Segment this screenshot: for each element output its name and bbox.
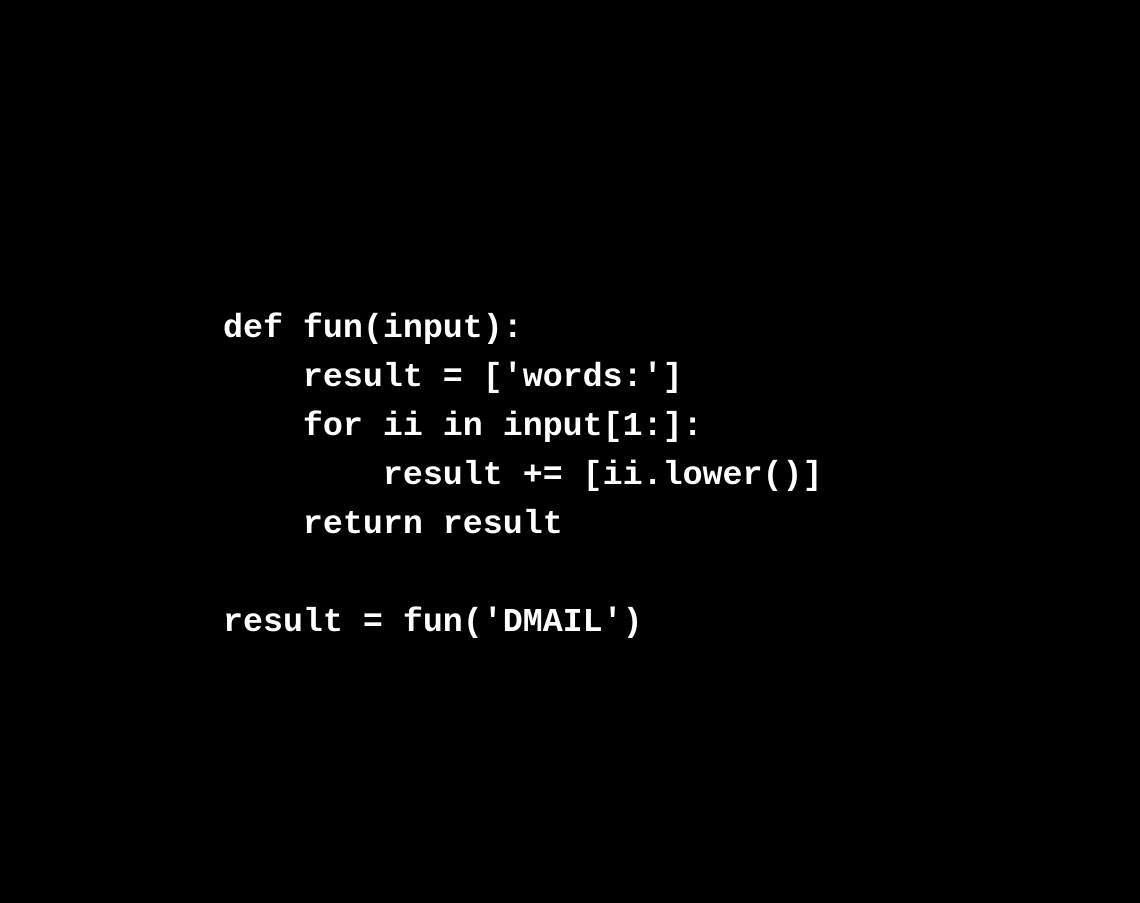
code-line-call: result = fun('DMAIL') [223, 603, 643, 641]
code-line-return: return result [223, 505, 563, 543]
code-line-def: def fun(input): [223, 309, 523, 347]
code-line-append: result += [ii.lower()] [223, 456, 823, 494]
code-line-for-loop: for ii in input[1:]: [223, 407, 703, 445]
code-block: def fun(input): result = ['words:'] for … [223, 304, 822, 647]
code-line-result-init: result = ['words:'] [223, 358, 683, 396]
